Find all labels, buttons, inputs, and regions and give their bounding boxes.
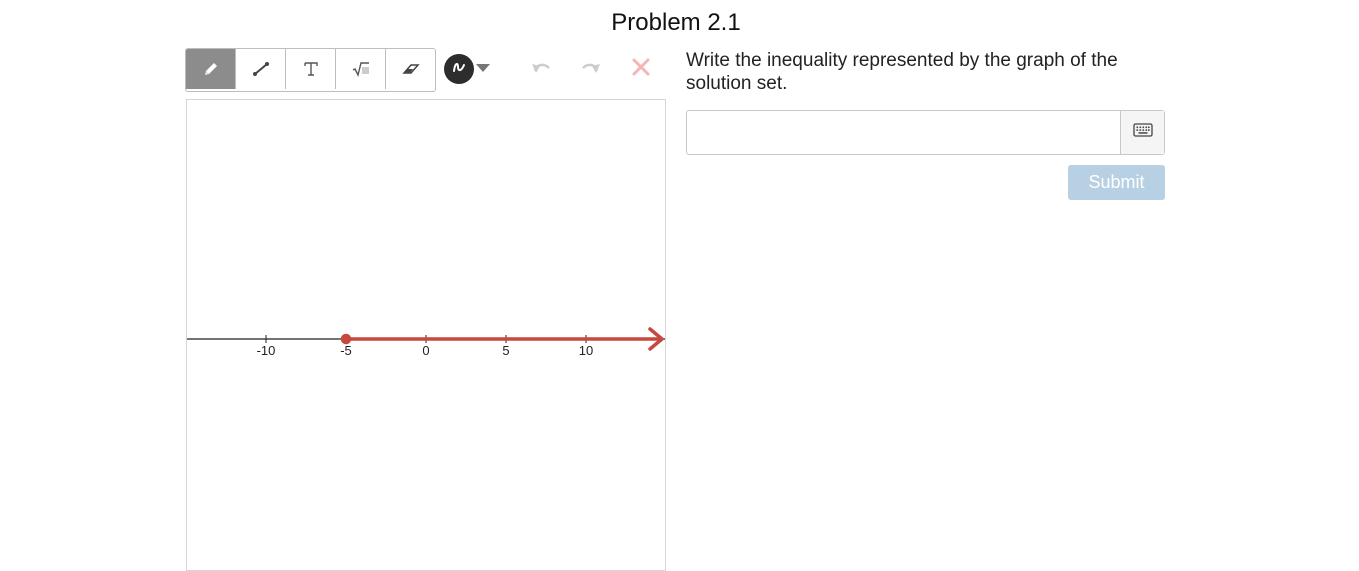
drawing-toolbar (185, 48, 436, 92)
closed-endpoint (340, 333, 352, 345)
redo-button[interactable] (579, 58, 603, 80)
tick-label: 0 (422, 343, 429, 358)
undo-button[interactable] (529, 58, 553, 80)
line-tool-button[interactable] (236, 49, 286, 89)
number-line: -10 -5 0 5 10 (187, 327, 665, 358)
page-title: Problem 2.1 (611, 9, 741, 36)
tick-label: 5 (502, 343, 509, 358)
redo-icon (580, 59, 602, 80)
tick-label: -10 (257, 343, 276, 358)
line-segment-icon (252, 60, 270, 78)
keyboard-icon (1132, 123, 1153, 142)
drawing-canvas[interactable]: -10 -5 0 5 10 (186, 99, 666, 571)
square-root-icon (351, 60, 371, 78)
eraser-icon (401, 60, 421, 78)
pencil-tool-button[interactable] (186, 49, 236, 89)
text-T-icon (302, 60, 320, 78)
caret-down-icon[interactable] (476, 64, 490, 72)
question-prompt: Write the inequality represented by the … (686, 50, 1118, 94)
submit-button[interactable]: Submit (1068, 165, 1165, 200)
clear-button[interactable] (629, 58, 653, 80)
answer-input[interactable] (687, 111, 1120, 154)
math-tool-button[interactable] (336, 49, 386, 89)
color-picker-button[interactable] (444, 54, 474, 84)
pencil-icon (202, 60, 220, 78)
close-icon (632, 58, 650, 81)
undo-icon (530, 59, 552, 80)
tick-label: -5 (340, 343, 352, 358)
tick-label: 10 (579, 343, 593, 358)
squiggle-icon (451, 59, 467, 80)
text-tool-button[interactable] (286, 49, 336, 89)
keyboard-button[interactable] (1120, 111, 1164, 154)
eraser-tool-button[interactable] (386, 49, 435, 89)
answer-field[interactable] (686, 110, 1165, 155)
